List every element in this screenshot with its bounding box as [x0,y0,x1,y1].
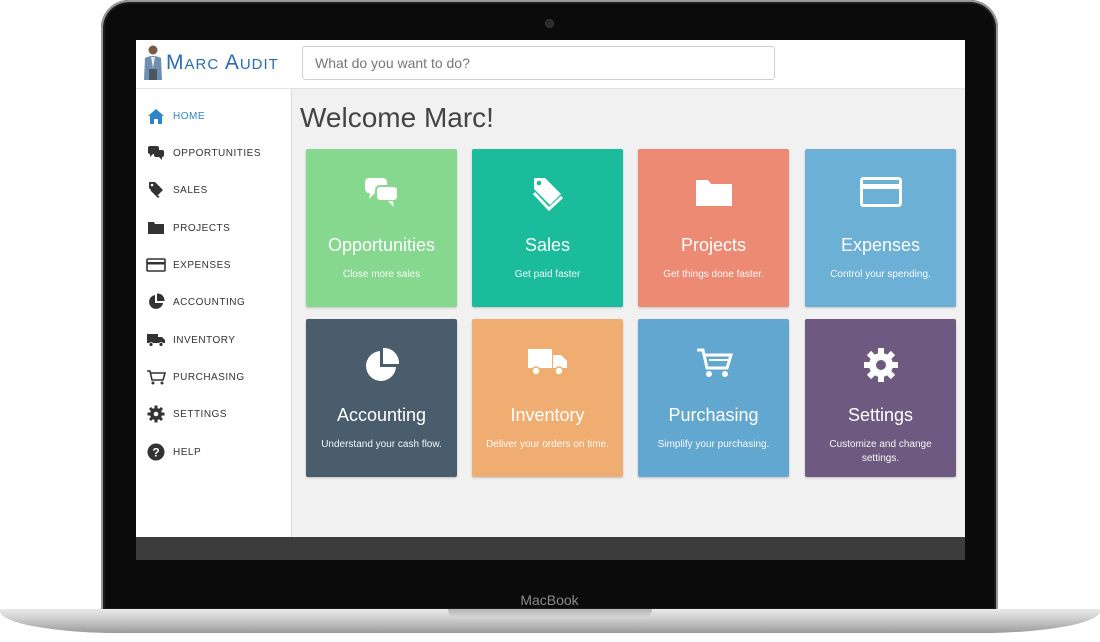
sidebar-item-label: INVENTORY [173,334,236,346]
sidebar-item-expenses[interactable]: EXPENSES [146,254,286,276]
page-title: Welcome Marc! [300,102,494,133]
sidebar-item-purchasing[interactable]: PURCHASING [146,366,286,388]
footer-bar [136,537,965,560]
sidebar-item-label: PURCHASING [173,371,245,383]
tile-title: Accounting [336,405,427,425]
tile-title: Purchasing [668,405,759,425]
home-icon [146,107,166,125]
tile-purchasing[interactable]: Purchasing Simplify your purchasing. [638,319,789,477]
sidebar-item-sales[interactable]: SALES [146,179,286,201]
sidebar-item-opportunities[interactable]: OPPORTUNITIES [146,142,286,164]
svg-text:?: ? [152,446,159,460]
tile-subtitle: Simplify your purchasing. [657,439,770,450]
tile-title: Inventory [510,405,585,425]
tags-icon [472,177,623,213]
sidebar-item-label: SETTINGS [173,408,228,420]
sidebar: HOME OPPORTUNITIES SALES PROJECTS EXPENS… [136,89,292,537]
sidebar-item-accounting[interactable]: ACCOUNTING [146,291,286,313]
tile-subtitle: Get paid faster [514,269,581,280]
tile-title: Projects [680,235,747,255]
credit-card-icon [146,256,166,274]
folder-icon [146,219,166,237]
cart-icon [638,347,789,383]
sidebar-item-label: HELP [173,446,202,458]
sidebar-item-label: HOME [173,110,205,122]
tile-title: Settings [847,405,914,425]
truck-icon [472,347,623,383]
tile-settings[interactable]: Settings Customize and change settings. [805,319,956,477]
tile-subtitle: Get things done faster. [663,269,764,280]
chat-bubbles-icon [306,177,457,213]
sidebar-item-label: ACCOUNTING [173,296,246,308]
tile-inventory[interactable]: Inventory Deliver your orders on time. [472,319,623,477]
tile-title: Opportunities [327,235,436,255]
tile-accounting[interactable]: Accounting Understand your cash flow. [306,319,457,477]
search-input[interactable] [302,46,775,80]
credit-card-icon [805,177,956,213]
chat-bubbles-icon [146,144,166,162]
device-label: MacBook [520,592,579,608]
logo-person-icon [144,45,162,80]
tile-subtitle: Deliver your orders on time. [486,439,609,450]
app-logo[interactable]: Marc Audit [166,51,279,75]
sidebar-item-projects[interactable]: PROJECTS [146,217,286,239]
tile-projects[interactable]: Projects Get things done faster. [638,149,789,307]
sidebar-item-label: OPPORTUNITIES [173,147,261,159]
tile-subtitle: Control your spending. [830,269,931,280]
tile-sales[interactable]: Sales Get paid faster [472,149,623,307]
tile-subtitle: Close more sales [342,269,421,280]
cart-icon [146,368,166,386]
camera-icon [546,20,553,27]
tile-opportunities[interactable]: Opportunities Close more sales [306,149,457,307]
help-icon: ? [146,443,166,461]
sidebar-item-label: SALES [173,184,208,196]
sidebar-item-label: PROJECTS [173,222,231,234]
sidebar-item-inventory[interactable]: INVENTORY [146,329,286,351]
tile-title: Expenses [840,235,921,255]
tile-subtitle: Customize and change settings. [829,439,932,464]
sidebar-item-help[interactable]: ? HELP [146,441,286,463]
sidebar-item-home[interactable]: HOME [146,105,286,127]
top-bar: Marc Audit [136,40,965,89]
app-screen: Marc Audit HOME OPPORTUNITIES SALES P [136,40,965,560]
pie-chart-icon [306,347,457,383]
gear-icon [146,405,166,423]
truck-icon [146,331,166,349]
tile-expenses[interactable]: Expenses Control your spending. [805,149,956,307]
tags-icon [146,181,166,199]
sidebar-item-label: EXPENSES [173,259,231,271]
gear-icon [805,347,956,383]
pie-chart-icon [146,293,166,311]
folder-icon [638,177,789,213]
tile-subtitle: Understand your cash flow. [321,439,442,450]
tile-title: Sales [524,235,571,255]
sidebar-item-settings[interactable]: SETTINGS [146,403,286,425]
